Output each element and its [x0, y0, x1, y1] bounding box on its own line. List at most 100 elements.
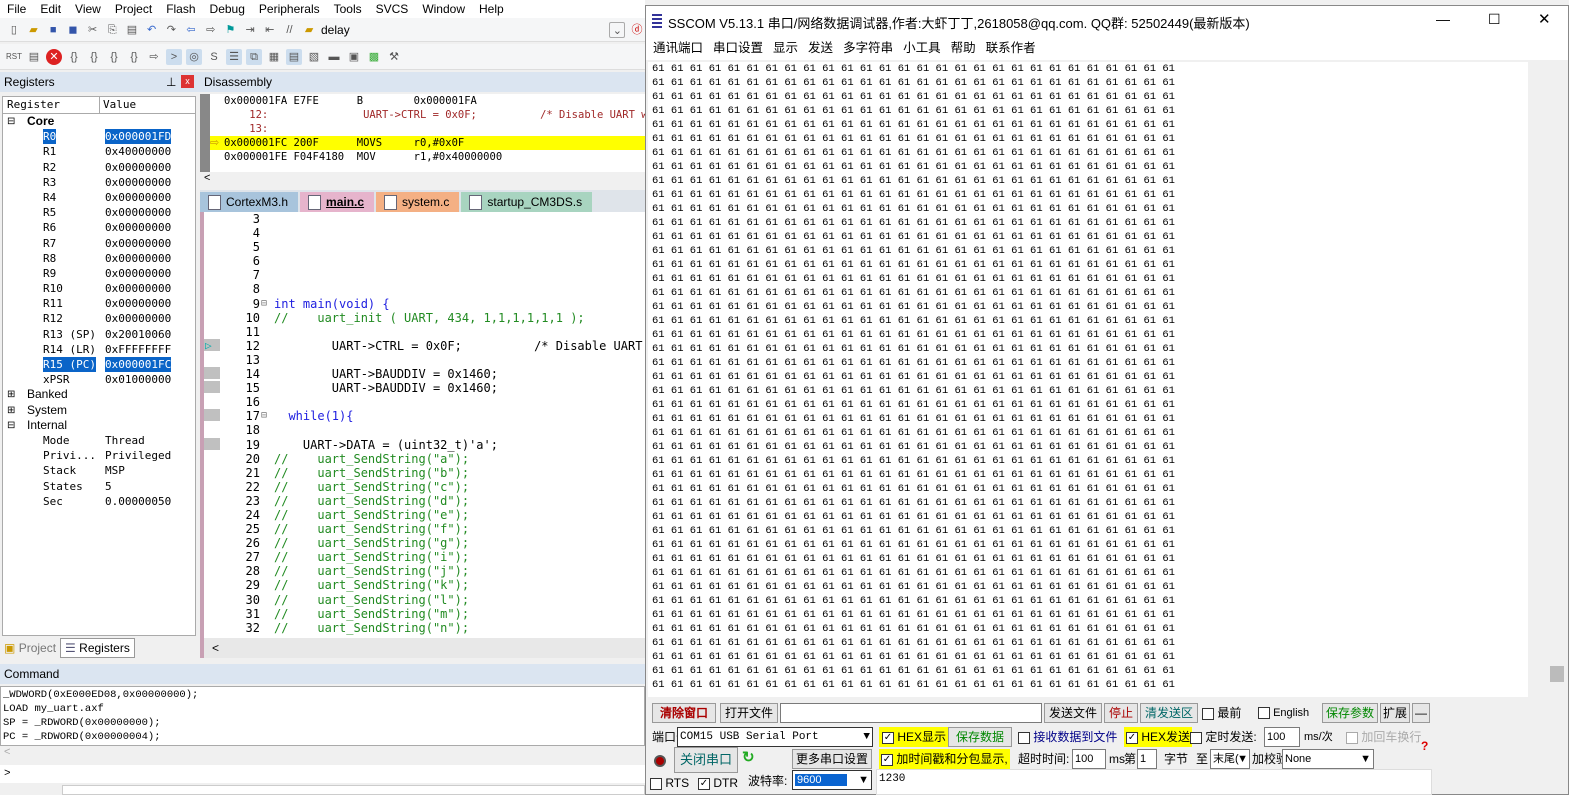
code-line[interactable]: 15 UART->BAUDDIV = 0x1460; [204, 381, 645, 395]
menu-edit[interactable]: Edit [33, 0, 68, 18]
bookmark-icon[interactable]: ⚑ [223, 22, 239, 38]
undo-icon[interactable]: ↶ [144, 22, 160, 38]
save-data-button[interactable]: 保存数据 [948, 727, 1012, 747]
collapse-button[interactable]: — [1412, 703, 1430, 723]
target-name[interactable]: delay [321, 23, 605, 37]
register-row[interactable]: R4 0x00000000 [3, 190, 195, 205]
code-line[interactable]: 26 // uart_SendString("g"); [204, 536, 645, 550]
register-row[interactable]: R9 0x00000000 [3, 266, 195, 281]
register-row[interactable]: Stack MSP [3, 463, 195, 478]
code-line[interactable]: 20 // uart_SendString("a"); [204, 452, 645, 466]
register-row[interactable]: R0 0x000001FD [3, 129, 195, 145]
analysis-icon[interactable]: ▬ [326, 49, 342, 65]
code-line[interactable]: 24 // uart_SendString("e"); [204, 508, 645, 522]
register-value[interactable]: 0x00000000 [105, 296, 171, 311]
recv-to-file-checkbox[interactable]: 接收数据到文件 [1018, 727, 1117, 747]
register-value[interactable]: 0x00000000 [105, 220, 171, 235]
code-line[interactable]: 21 // uart_SendString("b"); [204, 466, 645, 480]
expand-button[interactable]: 扩展 [1380, 703, 1410, 723]
pin-icon[interactable]: ⊥ [166, 72, 176, 92]
code-line[interactable]: 8 [204, 282, 645, 296]
register-value[interactable]: 0x00000000 [105, 251, 171, 266]
code-line[interactable]: 3 [204, 212, 645, 226]
register-row[interactable]: xPSR 0x01000000 [3, 372, 195, 387]
register-value[interactable]: 0x00000000 [105, 266, 171, 281]
expand-icon[interactable]: ⊞ [7, 387, 15, 402]
register-row[interactable]: R3 0x00000000 [3, 175, 195, 190]
step-out-icon[interactable]: {} [106, 49, 122, 65]
indent-icon[interactable]: ⇥ [242, 22, 258, 38]
code-line[interactable]: 5 [204, 240, 645, 254]
code-line[interactable]: 9 ⊟ int main(void) { [204, 297, 645, 311]
command-window-icon[interactable]: > [166, 48, 182, 65]
redo-icon[interactable]: ↷ [164, 22, 180, 38]
register-value[interactable]: 0x00000000 [105, 175, 171, 190]
register-row[interactable]: R6 0x00000000 [3, 220, 195, 235]
code-line[interactable]: 14 UART->BAUDDIV = 0x1460; [204, 367, 645, 381]
tab-main-c[interactable]: main.c [300, 192, 375, 212]
back-icon[interactable]: ⇦ [183, 22, 199, 38]
tools-icon[interactable]: ⚒ [386, 49, 402, 65]
sscom-menu-item[interactable]: 串口设置 [708, 36, 768, 60]
code-line[interactable]: 7 [204, 268, 645, 282]
register-row[interactable]: ⊞ Banked [3, 387, 195, 402]
register-value[interactable]: 0x00000000 [105, 160, 171, 175]
save-params-button[interactable]: 保存参数 [1322, 703, 1378, 723]
editor-hscrollbar[interactable]: < [200, 638, 645, 658]
memory-icon[interactable]: ▤ [286, 48, 302, 65]
debug-icon[interactable]: ⓓ [629, 22, 645, 38]
call-stack-icon[interactable]: ⧉ [246, 48, 262, 65]
code-line[interactable]: 27 // uart_SendString("i"); [204, 550, 645, 564]
comment-icon[interactable]: // [282, 22, 298, 38]
trace-icon[interactable]: ▣ [346, 49, 362, 65]
save-icon[interactable]: ■ [45, 22, 61, 38]
tab-cortexm3-h[interactable]: CortexM3.h [200, 192, 299, 212]
code-line[interactable]: 10 // uart_init ( UART, 434, 1,1,1,1,1,1 … [204, 311, 645, 325]
code-line[interactable]: 29 // uart_SendString("k"); [204, 578, 645, 592]
register-row[interactable]: R11 0x00000000 [3, 296, 195, 311]
disassembly-row[interactable]: 0x000001FC 200F MOVS r0,#0x0F [210, 136, 645, 150]
code-line[interactable]: 30 // uart_SendString("l"); [204, 593, 645, 607]
port-select[interactable]: COM15 USB Serial Port ▼ [677, 727, 873, 747]
menu-help[interactable]: Help [472, 0, 511, 18]
unindent-icon[interactable]: ⇤ [262, 22, 278, 38]
maximize-button[interactable]: ☐ [1488, 11, 1501, 28]
sscom-menu-item[interactable]: 显示 [768, 36, 803, 60]
sscom-menu-item[interactable]: 帮助 [946, 36, 981, 60]
menu-window[interactable]: Window [415, 0, 472, 18]
code-line[interactable]: 4 [204, 226, 645, 240]
sscom-menu-item[interactable]: 发送 [803, 36, 838, 60]
paste-icon[interactable]: ▤ [124, 22, 140, 38]
code-line[interactable]: 17 ⊟ while(1){ [204, 409, 645, 423]
hex-display-checkbox[interactable]: ✓ HEX显示 [879, 727, 950, 747]
register-row[interactable]: States 5 [3, 479, 195, 494]
disassembly-row[interactable]: 0x000001FE F04F4180 MOV r1,#0x40000000 [210, 150, 645, 164]
symbols-window-icon[interactable]: S [206, 49, 222, 65]
register-value[interactable]: 0x00000000 [105, 311, 171, 326]
menu-svcs[interactable]: SVCS [369, 0, 416, 18]
disassembly-view[interactable]: 0x000001FA E7FE B 0x000001FA 12: UART->C… [200, 94, 645, 172]
register-row[interactable]: R14 (LR) 0xFFFFFFFF [3, 342, 195, 357]
watch-icon[interactable]: ▦ [266, 49, 282, 65]
menu-debug[interactable]: Debug [203, 0, 252, 18]
code-line[interactable]: 16 [204, 395, 645, 409]
register-row[interactable]: R10 0x00000000 [3, 281, 195, 296]
disassembly-window-icon[interactable]: ◎ [186, 48, 202, 65]
code-line[interactable]: 25 // uart_SendString("f"); [204, 522, 645, 536]
expand-icon[interactable]: ⊞ [7, 403, 15, 418]
register-value[interactable]: 0x000001FD [105, 129, 172, 145]
register-value[interactable]: 0x00000000 [105, 190, 171, 205]
col-value[interactable]: Value [99, 97, 136, 113]
tab-registers[interactable]: ☰ Registers [60, 638, 135, 658]
register-row[interactable]: R7 0x00000000 [3, 236, 195, 251]
open-folder-icon[interactable]: ▰ [26, 22, 42, 38]
register-value[interactable]: 0x000001FC [105, 357, 172, 372]
register-value[interactable]: 0x00000000 [105, 236, 171, 251]
timestamp-checkbox[interactable]: ✓ 加时间戳和分包显示, [879, 749, 1010, 769]
to-select[interactable]: 末尾(▼ [1210, 749, 1250, 769]
code-line[interactable]: 31 // uart_SendString("m"); [204, 607, 645, 621]
send-text-area[interactable]: 1230 [876, 769, 1432, 795]
register-value[interactable]: Privileged [105, 448, 171, 463]
code-line[interactable]: 19 UART->DATA = (uint32_t)'a'; [204, 437, 645, 452]
run-icon[interactable]: ▤ [26, 49, 42, 65]
